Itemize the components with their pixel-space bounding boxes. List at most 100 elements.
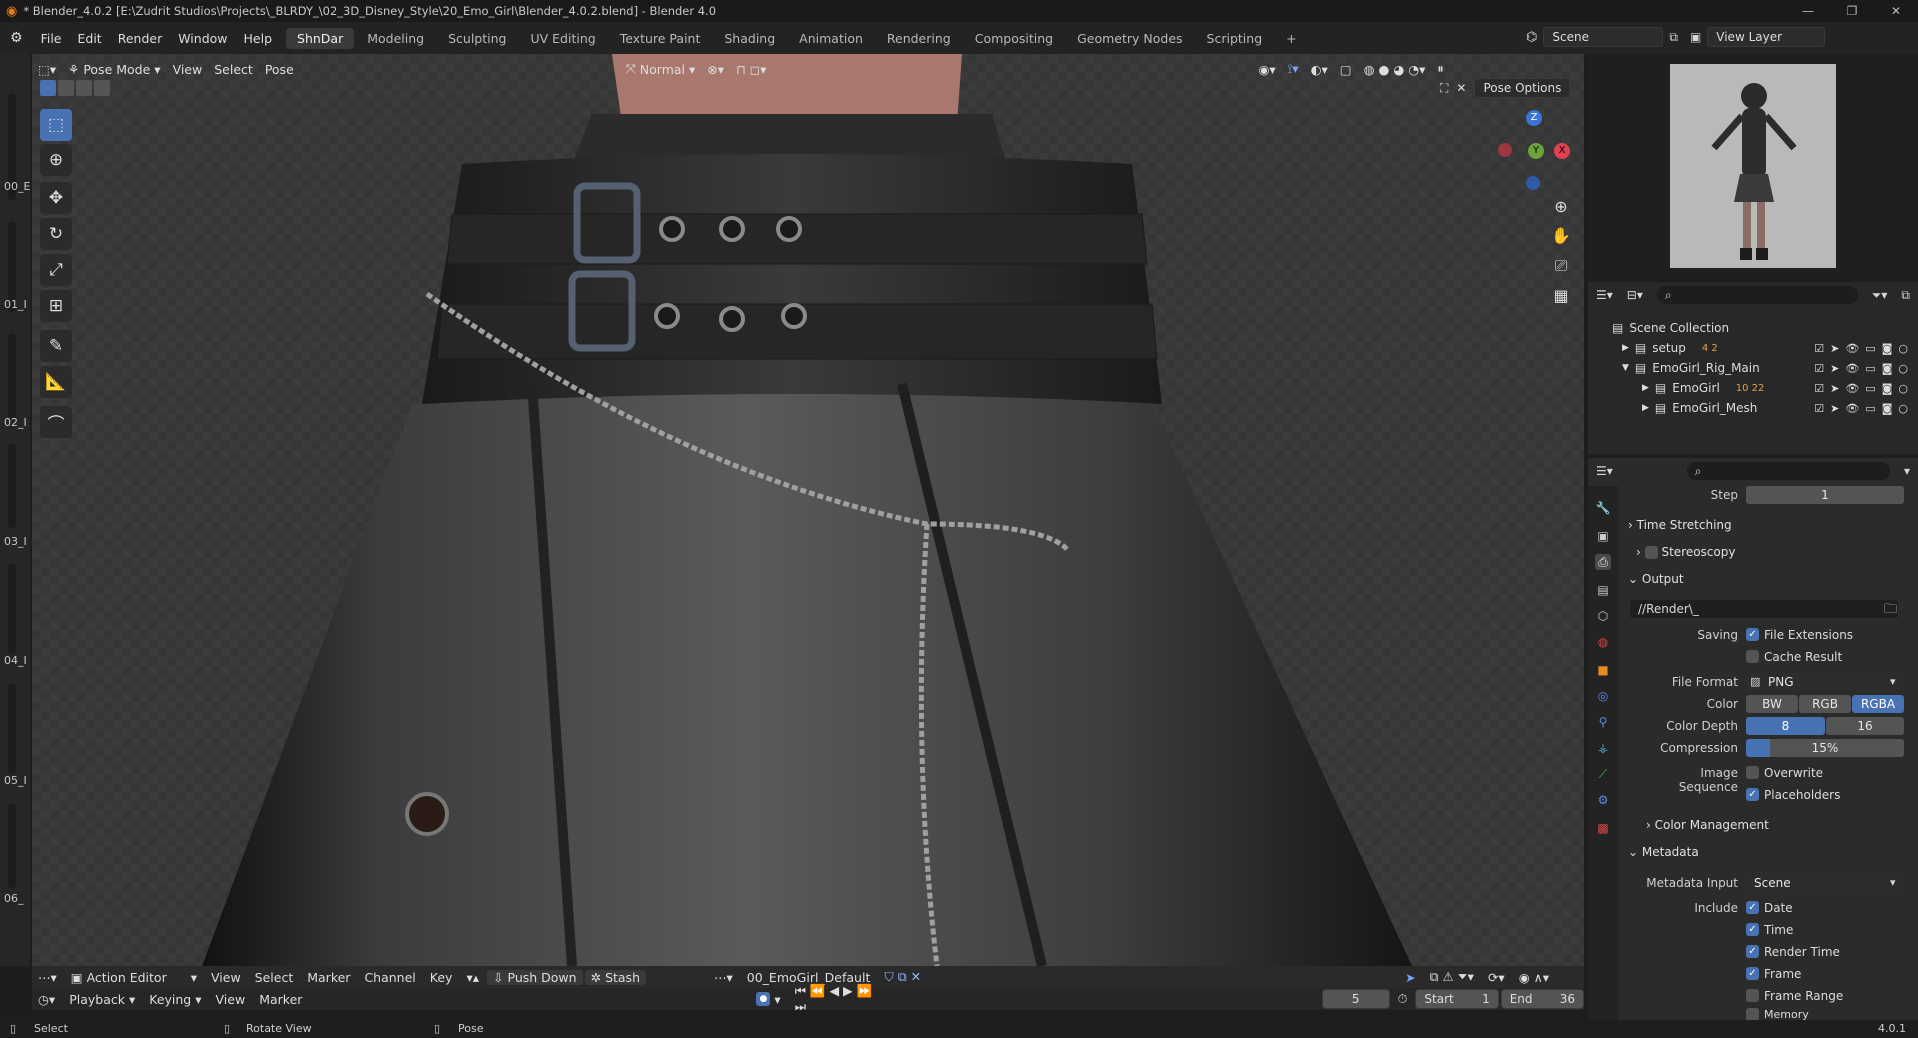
time-stretching-panel[interactable]: › Time Stretching — [1628, 518, 1732, 532]
playback-controls[interactable]: ⏮ ⏪ ◀ ▶ ⏩ ⏭ — [789, 983, 890, 1015]
end-frame-field[interactable]: End 36 — [1500, 989, 1584, 1009]
select-arrow-icon[interactable]: ➤ — [1830, 362, 1839, 375]
auto-key-icon[interactable]: ● ▾ — [750, 992, 786, 1007]
grid-ortho-icon[interactable]: ▦ — [1548, 282, 1574, 308]
monitor-icon[interactable]: ▭ — [1865, 402, 1875, 415]
color-depth-8-option[interactable]: 8 — [1746, 717, 1825, 735]
blender-menu-icon[interactable]: ⚙ — [0, 30, 33, 46]
editor-type-icon[interactable]: ⬚▾ — [32, 62, 62, 77]
ae-marker-menu[interactable]: Marker — [301, 970, 356, 985]
render-time-checkbox[interactable]: ✓ — [1746, 945, 1759, 958]
tab-shndar[interactable]: ShnDar — [286, 27, 355, 49]
tab-sculpting[interactable]: Sculpting — [437, 28, 517, 49]
outliner-editor-icon[interactable]: ☰▾ — [1596, 288, 1613, 302]
metadata-input-dropdown[interactable]: Scene — [1746, 874, 1904, 892]
cursor-icon[interactable]: ⊕ — [40, 144, 72, 176]
rotate-icon[interactable]: ↻ — [40, 218, 72, 250]
stereoscopy-panel[interactable]: › Stereoscopy — [1636, 545, 1735, 559]
outliner-row-scene-collection[interactable]: ▤ Scene Collection — [1588, 318, 1918, 338]
world-tab-icon[interactable]: ◍ — [1595, 634, 1611, 650]
monitor-icon[interactable]: ▭ — [1865, 342, 1875, 355]
placeholders-checkbox[interactable]: ✓ — [1746, 788, 1759, 801]
checkbox-icon[interactable]: ☑ — [1814, 342, 1824, 355]
output-tab-icon[interactable]: ⎙ — [1595, 554, 1611, 570]
select-box-icon[interactable]: ⬚ — [40, 109, 72, 141]
keying-menu[interactable]: Keying ▾ — [143, 992, 207, 1007]
holdout-icon[interactable]: ○ — [1898, 402, 1908, 415]
cache-result-checkbox[interactable] — [1746, 650, 1759, 663]
filter-icon[interactable]: ⏷▾ — [1872, 288, 1888, 303]
new-scene-icon[interactable]: ⧉ — [1669, 30, 1678, 45]
tab-modeling[interactable]: Modeling — [356, 28, 435, 49]
texture-tab-icon[interactable]: ▩ — [1595, 820, 1611, 836]
camera-icon[interactable]: ◙ — [1882, 402, 1893, 415]
3d-viewport[interactable] — [32, 54, 1584, 966]
tab-animation[interactable]: Animation — [788, 28, 874, 49]
color-rgb-option[interactable]: RGB — [1799, 695, 1851, 713]
view-layer-field[interactable]: View Layer — [1707, 27, 1826, 47]
action-browse-icon[interactable]: ⋯▾ — [708, 970, 739, 985]
menu-help[interactable]: Help — [236, 31, 281, 46]
physics-tab-icon[interactable]: ⚶ — [1595, 740, 1611, 756]
camera-view-icon[interactable]: ⎚ — [1548, 253, 1574, 279]
gizmo-y-axis[interactable]: Y — [1528, 143, 1544, 159]
add-workspace-icon[interactable]: + — [1275, 28, 1307, 49]
new-collection-icon[interactable]: ⧉ — [1901, 288, 1910, 303]
holdout-icon[interactable]: ○ — [1898, 342, 1908, 355]
select-menu[interactable]: Select — [208, 62, 259, 77]
zoom-icon[interactable]: ⊕ — [1548, 193, 1574, 219]
pivot-icon[interactable]: ⊗▾ — [701, 62, 730, 77]
bone-tab-icon[interactable]: ⟋ — [1595, 766, 1611, 782]
bone-constraint-tab-icon[interactable]: ⚙ — [1595, 792, 1611, 808]
chevron-down-icon[interactable]: ▾ — [1904, 464, 1910, 478]
select-subtract-icon[interactable] — [76, 80, 92, 96]
constraint-tab-icon[interactable]: ⚲ — [1595, 714, 1611, 730]
metadata-panel[interactable]: ⌄ Metadata — [1628, 845, 1699, 859]
ae-key-menu[interactable]: Key — [424, 970, 459, 985]
xray-icon[interactable]: ▢ — [1334, 62, 1358, 77]
properties-search-input[interactable]: ⌕ — [1686, 462, 1890, 480]
camera-icon[interactable]: ◙ — [1882, 362, 1893, 375]
scene-tab-icon[interactable]: ⬡ — [1595, 608, 1611, 624]
compression-slider[interactable]: 15% — [1746, 739, 1904, 757]
action-editor-dropdown[interactable]: ▣ Action Editor ▾ — [65, 970, 203, 985]
overlay-x-icon[interactable]: ⛶ — [1440, 81, 1448, 96]
ae-channel-menu[interactable]: Channel — [358, 970, 421, 985]
scene-field[interactable]: Scene — [1543, 27, 1664, 47]
gizmo-neg-x-axis[interactable] — [1498, 143, 1512, 157]
transform-icon[interactable]: ⊞ — [40, 290, 72, 322]
push-down-button[interactable]: ⇩ Push Down — [487, 969, 583, 985]
gizmo-x-axis[interactable]: X — [1554, 143, 1570, 159]
date-checkbox[interactable]: ✓ — [1746, 901, 1759, 914]
menu-render[interactable]: Render — [110, 31, 171, 46]
proportional-edit-icon[interactable]: ◉ ∧▾ — [1513, 970, 1555, 985]
ae-filters-icon[interactable]: ⧉ ⚠ ⏷▾ — [1424, 969, 1480, 985]
scale-icon[interactable]: ⤢ — [40, 254, 72, 286]
tab-rendering[interactable]: Rendering — [876, 28, 962, 49]
current-frame-field[interactable]: 5 — [1321, 989, 1390, 1009]
output-path-input[interactable]: //Render\_ — [1630, 600, 1898, 618]
tab-geometry-nodes[interactable]: Geometry Nodes — [1066, 28, 1193, 49]
holdout-icon[interactable]: ○ — [1898, 382, 1908, 395]
select-arrow-icon[interactable]: ➤ — [1830, 402, 1839, 415]
outliner-search-input[interactable]: ⌕ — [1656, 286, 1858, 304]
gizmo-z-axis[interactable]: Z — [1526, 110, 1542, 126]
properties-editor-icon[interactable]: ☰▾ — [1596, 464, 1613, 478]
layer-arrows-icon[interactable]: ▾▴ — [460, 970, 485, 985]
eye-icon[interactable]: 👁 — [1845, 402, 1859, 415]
outliner-row[interactable]: ▶ ▤ EmoGirl 10 22 ☑ ➤ 👁 ▭ ◙ ○ — [1588, 378, 1918, 398]
expand-arrow-icon[interactable]: ▶ — [1642, 403, 1649, 413]
ae-view-menu[interactable]: View — [205, 970, 247, 985]
output-panel[interactable]: ⌄ Output — [1628, 572, 1684, 586]
relax-pose-icon[interactable]: ⌒ — [40, 406, 72, 438]
color-bw-option[interactable]: BW — [1746, 695, 1798, 713]
annotate-icon[interactable]: ✎ — [40, 330, 72, 362]
expand-arrow-icon[interactable]: ▶ — [1622, 343, 1629, 353]
only-selected-icon[interactable]: ➤ — [1399, 970, 1421, 985]
camera-icon[interactable]: ◙ — [1882, 342, 1893, 355]
checkbox-icon[interactable]: ☑ — [1814, 362, 1824, 375]
measure-icon[interactable]: 📐 — [40, 366, 72, 398]
shading-modes-icon[interactable]: ◍ ● ◕ ◔▾ — [1358, 62, 1432, 77]
tab-texture-paint[interactable]: Texture Paint — [609, 28, 712, 49]
time-checkbox[interactable]: ✓ — [1746, 923, 1759, 936]
